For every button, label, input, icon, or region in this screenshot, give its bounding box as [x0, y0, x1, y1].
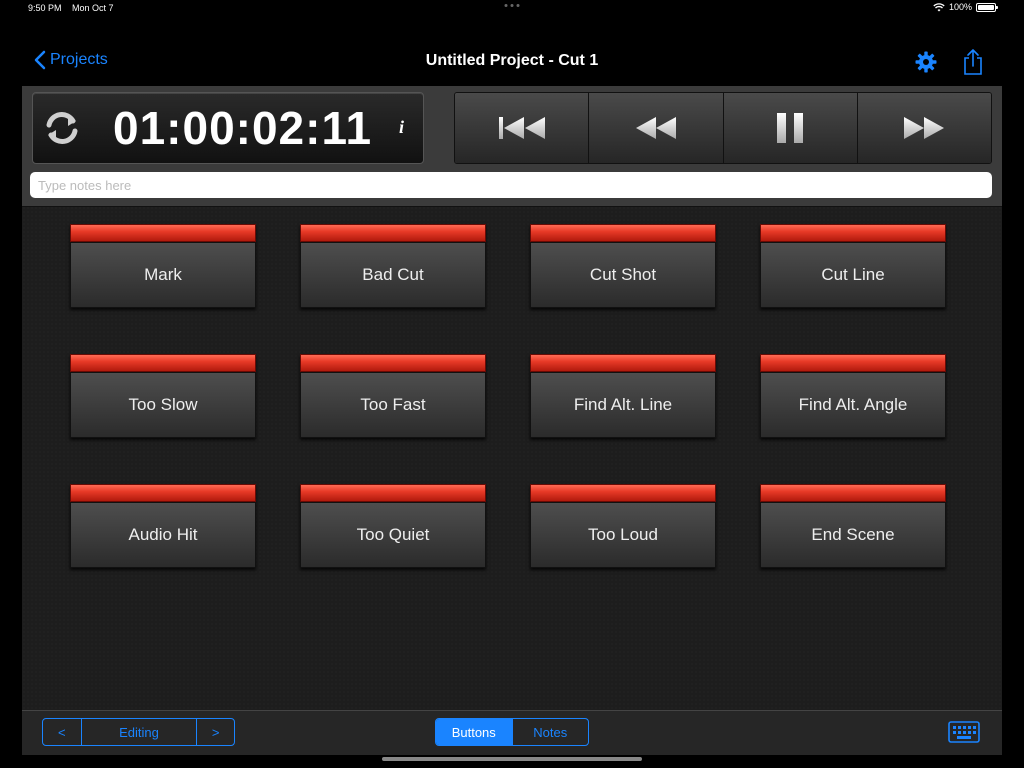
rewind-icon: [635, 117, 676, 139]
mark-color-stripe: [70, 484, 256, 502]
mark-button-label: Find Alt. Angle: [760, 372, 946, 438]
info-button[interactable]: i: [399, 117, 404, 138]
mark-color-stripe: [300, 224, 486, 242]
cut-line-button[interactable]: Cut Line: [760, 224, 946, 308]
mark-color-stripe: [760, 484, 946, 502]
timecode-display: 01:00:02:11 i: [32, 92, 424, 164]
mark-button-label: Cut Shot: [530, 242, 716, 308]
navigation-bar: Projects Untitled Project - Cut 1: [0, 40, 1024, 84]
skip-to-start-button[interactable]: [455, 93, 590, 163]
audio-hit-button[interactable]: Audio Hit: [70, 484, 256, 568]
battery-percent: 100%: [948, 2, 972, 12]
mark-button-label: Audio Hit: [70, 502, 256, 568]
next-mode-button[interactable]: >: [197, 719, 234, 745]
share-icon[interactable]: [962, 48, 984, 76]
mark-color-stripe: [530, 484, 716, 502]
status-bar: 9:50 PM Mon Oct 7 100%: [0, 0, 1024, 16]
too-loud-button[interactable]: Too Loud: [530, 484, 716, 568]
too-quiet-button[interactable]: Too Quiet: [300, 484, 486, 568]
mark-button-label: Too Slow: [70, 372, 256, 438]
sync-icon[interactable]: [41, 107, 83, 149]
mark-color-stripe: [300, 484, 486, 502]
transport-controls: [454, 92, 992, 164]
fast-forward-button[interactable]: [857, 93, 991, 163]
mark-button-label: Too Fast: [300, 372, 486, 438]
too-fast-button[interactable]: Too Fast: [300, 354, 486, 438]
notes-input[interactable]: [30, 172, 992, 198]
status-right: 100%: [933, 2, 998, 12]
pause-icon: [777, 113, 804, 143]
mark-button-label: Too Loud: [530, 502, 716, 568]
fast-forward-icon: [904, 117, 945, 139]
keyboard-icon[interactable]: [948, 721, 980, 743]
main-panel: 01:00:02:11 i Type notes here Mark Bad C…: [22, 86, 1002, 710]
end-scene-button[interactable]: End Scene: [760, 484, 946, 568]
tab-buttons[interactable]: Buttons: [436, 719, 513, 745]
home-indicator: [382, 757, 642, 761]
gear-icon[interactable]: [914, 50, 938, 74]
pause-button[interactable]: [723, 93, 858, 163]
mark-button-label: Cut Line: [760, 242, 946, 308]
mark-color-stripe: [760, 354, 946, 372]
timecode-value: 01:00:02:11: [113, 102, 373, 154]
mark-button-label: Mark: [70, 242, 256, 308]
mark-color-stripe: [70, 224, 256, 242]
skip-back-icon: [498, 117, 545, 139]
mark-button[interactable]: Mark: [70, 224, 256, 308]
cut-shot-button[interactable]: Cut Shot: [530, 224, 716, 308]
too-slow-button[interactable]: Too Slow: [70, 354, 256, 438]
mode-label[interactable]: Editing: [82, 719, 198, 745]
view-segmented-control: Buttons Notes: [435, 718, 589, 746]
page-title: Untitled Project - Cut 1: [425, 52, 599, 69]
rewind-button[interactable]: [589, 93, 724, 163]
mark-button-label: Find Alt. Line: [530, 372, 716, 438]
bad-cut-button[interactable]: Bad Cut: [300, 224, 486, 308]
mark-button-label: Bad Cut: [300, 242, 486, 308]
mark-color-stripe: [530, 224, 716, 242]
mark-color-stripe: [760, 224, 946, 242]
bottom-toolbar: < Editing > Buttons Notes: [22, 710, 1002, 755]
status-time: 9:50 PM: [28, 3, 62, 13]
mark-color-stripe: [300, 354, 486, 372]
previous-mode-button[interactable]: <: [43, 719, 82, 745]
transport-bar: 01:00:02:11 i: [22, 86, 1002, 207]
mark-button-label: End Scene: [760, 502, 946, 568]
find-alt-line-button[interactable]: Find Alt. Line: [530, 354, 716, 438]
mark-color-stripe: [70, 354, 256, 372]
wifi-icon: [933, 2, 945, 11]
battery-icon: [976, 2, 998, 12]
tab-notes[interactable]: Notes: [513, 719, 589, 745]
find-alt-angle-button[interactable]: Find Alt. Angle: [760, 354, 946, 438]
multitask-dots: [504, 4, 520, 7]
mode-stepper: < Editing >: [42, 718, 235, 746]
mark-color-stripe: [530, 354, 716, 372]
status-date: Mon Oct 7: [72, 3, 114, 13]
mark-button-label: Too Quiet: [300, 502, 486, 568]
